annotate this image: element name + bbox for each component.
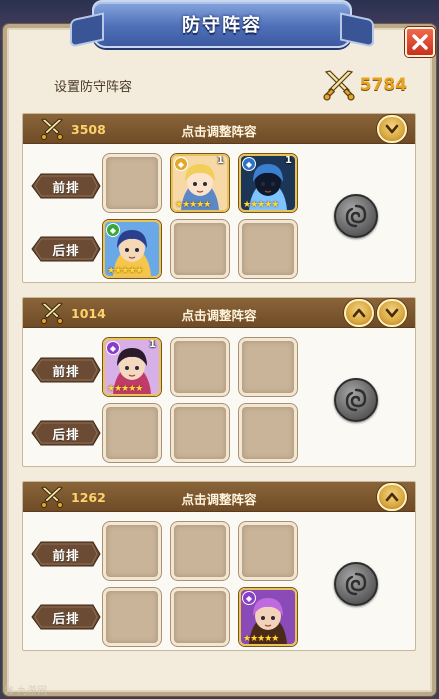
element-badge-icon: ◆ xyxy=(242,591,256,605)
back-row-label: 后排 xyxy=(31,420,101,446)
swirl-icon xyxy=(345,388,367,412)
front-row-label: 前排 xyxy=(31,541,101,567)
formation-orb-button[interactable] xyxy=(334,562,378,606)
hero-stars: ★★★★★ xyxy=(243,634,279,644)
empty-slot[interactable] xyxy=(103,588,161,646)
empty-slot[interactable] xyxy=(171,588,229,646)
hero-card[interactable]: ◆ 1 ★★★★★ xyxy=(171,154,229,212)
hero-card[interactable]: ◆ 1 ★★★★★ xyxy=(239,154,297,212)
swirl-icon xyxy=(345,572,367,596)
move-up-button[interactable] xyxy=(377,483,407,511)
empty-slot[interactable] xyxy=(239,404,297,462)
element-badge-icon: ◆ xyxy=(106,223,120,237)
empty-slot[interactable] xyxy=(103,154,161,212)
formation-header[interactable]: 1014 点击调整阵容 xyxy=(23,298,415,328)
hero-level: 1 xyxy=(217,155,224,166)
adjust-lineup-label[interactable]: 点击调整阵容 xyxy=(23,121,415,140)
formation-card: 1262 点击调整阵容 前排 后排 ◆ ★★★★★ xyxy=(22,481,416,651)
front-row-text: 前排 xyxy=(52,179,80,195)
back-row-text: 后排 xyxy=(52,242,80,258)
empty-slot[interactable] xyxy=(239,220,297,278)
formation-header[interactable]: 3508 点击调整阵容 xyxy=(23,114,415,144)
move-down-button[interactable] xyxy=(377,299,407,327)
empty-slot[interactable] xyxy=(171,220,229,278)
hero-level: 1 xyxy=(285,155,292,166)
front-row-text: 前排 xyxy=(52,547,80,563)
empty-slot[interactable] xyxy=(171,522,229,580)
total-power-value: 5784 xyxy=(359,75,407,95)
watermark: ⌘ 九游网 xyxy=(4,686,48,697)
hero-stars: ★★★★★ xyxy=(107,384,143,394)
reorder-buttons xyxy=(377,483,407,511)
formation-header[interactable]: 1262 点击调整阵容 xyxy=(23,482,415,512)
empty-slot[interactable] xyxy=(103,522,161,580)
front-row-label: 前排 xyxy=(31,357,101,383)
hero-stars: ★★★★★ xyxy=(107,266,143,276)
summary-row: 设置防守阵容 5784 xyxy=(22,63,417,107)
empty-slot[interactable] xyxy=(239,522,297,580)
title-banner: 防守阵容 xyxy=(92,0,352,48)
formation-card: 1014 点击调整阵容 前排 后排 ◆ 1 ★★★★★ xyxy=(22,297,416,467)
back-row-label: 后排 xyxy=(31,604,101,630)
move-up-button[interactable] xyxy=(344,299,374,327)
chevron-up-icon xyxy=(385,492,399,502)
close-button[interactable] xyxy=(405,27,435,57)
back-row-text: 后排 xyxy=(52,426,80,442)
total-power: 5784 xyxy=(322,68,407,102)
crossed-swords-icon xyxy=(323,70,355,101)
chevron-up-icon xyxy=(352,308,366,318)
hero-card[interactable]: ◆ ★★★★★ xyxy=(103,220,161,278)
hero-stars: ★★★★★ xyxy=(243,200,279,210)
setup-label: 设置防守阵容 xyxy=(54,79,133,95)
swirl-icon xyxy=(345,204,367,228)
front-row-text: 前排 xyxy=(52,363,80,379)
page-title: 防守阵容 xyxy=(182,15,262,36)
move-down-button[interactable] xyxy=(377,115,407,143)
element-badge-icon: ◆ xyxy=(174,157,188,171)
hero-card[interactable]: ◆ ★★★★★ xyxy=(239,588,297,646)
back-row-label: 后排 xyxy=(31,236,101,262)
empty-slot[interactable] xyxy=(171,404,229,462)
chevron-down-icon xyxy=(385,124,399,134)
reorder-buttons xyxy=(344,299,407,327)
reorder-buttons xyxy=(377,115,407,143)
front-row-label: 前排 xyxy=(31,173,101,199)
back-row-text: 后排 xyxy=(52,610,80,626)
element-badge-icon: ◆ xyxy=(106,341,120,355)
empty-slot[interactable] xyxy=(103,404,161,462)
formation-card: 3508 点击调整阵容 前排 后排 ◆ 1 ★★★★★ ◆ 1 ★★★★★ ◆ … xyxy=(22,113,416,283)
formation-orb-button[interactable] xyxy=(334,378,378,422)
hero-level: 1 xyxy=(149,339,156,350)
chevron-down-icon xyxy=(385,308,399,318)
empty-slot[interactable] xyxy=(171,338,229,396)
close-icon xyxy=(412,34,428,50)
element-badge-icon: ◆ xyxy=(242,157,256,171)
formation-orb-button[interactable] xyxy=(334,194,378,238)
adjust-lineup-label[interactable]: 点击调整阵容 xyxy=(23,489,415,508)
hero-card[interactable]: ◆ 1 ★★★★★ xyxy=(103,338,161,396)
empty-slot[interactable] xyxy=(239,338,297,396)
hero-stars: ★★★★★ xyxy=(175,200,211,210)
